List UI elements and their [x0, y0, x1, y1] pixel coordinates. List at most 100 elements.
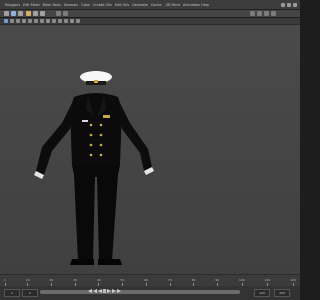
menu-item[interactable]: Edit UVs — [115, 3, 129, 7]
button — [89, 133, 93, 137]
render-settings-icon[interactable] — [264, 11, 269, 16]
tick-label: 120 — [290, 278, 296, 282]
menu-item[interactable]: Normals — [64, 3, 78, 7]
menu-item[interactable]: Mesh Tools — [43, 3, 61, 7]
menu-item[interactable]: -3D Paint — [164, 3, 179, 7]
step-back-icon[interactable] — [93, 289, 97, 293]
timeline-tick: 50 — [120, 278, 125, 286]
play-backward-icon[interactable] — [98, 289, 102, 293]
tick-label: 90 — [215, 278, 220, 282]
move-tool-button[interactable] — [26, 11, 31, 16]
play-forward-icon[interactable] — [107, 289, 111, 293]
window-controls — [281, 0, 297, 9]
panel-layout-icon[interactable] — [70, 19, 74, 23]
render-icon[interactable] — [250, 11, 255, 16]
3d-viewport[interactable] — [0, 25, 300, 274]
button — [89, 143, 93, 147]
start-frame-field[interactable]: 1 — [4, 289, 20, 297]
tick-label: 50 — [120, 278, 125, 282]
timeline-tick: 80 — [191, 278, 196, 286]
grid-toggle-icon[interactable] — [22, 19, 26, 23]
end-frame-field[interactable]: 200 — [274, 289, 290, 297]
tick-label: 100 — [238, 278, 245, 282]
rotate-tool-button[interactable] — [33, 11, 38, 16]
inner-end-frame-field[interactable]: 120 — [254, 289, 270, 297]
menu-item[interactable]: Color — [81, 3, 90, 7]
tick-label: 80 — [191, 278, 196, 282]
close-icon[interactable] — [293, 2, 297, 7]
xray-icon[interactable] — [46, 19, 50, 23]
ipr-render-icon[interactable] — [257, 11, 262, 16]
cap-badge — [94, 80, 98, 83]
view-shading-icon[interactable] — [10, 19, 14, 23]
menu-item[interactable]: Animation Help — [183, 3, 209, 7]
scale-tool-button[interactable] — [40, 11, 45, 16]
go-to-end-icon[interactable] — [117, 289, 121, 293]
timeline-tick: 110 — [264, 278, 271, 286]
texture-icon[interactable] — [40, 19, 44, 23]
hud-icon[interactable] — [76, 19, 80, 23]
timeline-tick: 120 — [290, 278, 296, 286]
select-tool-button[interactable] — [4, 11, 9, 16]
timeline-tick: 70 — [168, 278, 172, 286]
hypershade-icon[interactable] — [271, 11, 276, 16]
view-lighting-icon[interactable] — [16, 19, 20, 23]
smooth-shade-icon[interactable] — [34, 19, 38, 23]
button — [99, 123, 103, 127]
button — [99, 153, 103, 157]
left-sleeve — [36, 99, 74, 175]
right-shoe — [98, 259, 122, 265]
resolution-gate-icon[interactable] — [58, 19, 62, 23]
snap-grid-icon[interactable] — [56, 11, 61, 16]
layout-icon[interactable] — [281, 2, 285, 7]
tick-label: 70 — [167, 278, 172, 282]
button — [89, 153, 93, 157]
range-fill[interactable] — [40, 290, 240, 294]
playback-controls — [88, 289, 121, 293]
timeline-tick: 30 — [73, 278, 77, 286]
step-forward-icon[interactable] — [112, 289, 116, 293]
menu-list: Polygons Edit Mesh Mesh Tools Normals Co… — [0, 0, 209, 9]
tick-label: 30 — [73, 278, 77, 282]
timeline-tick: 100 — [239, 278, 245, 286]
menu-item[interactable]: Edit Mesh — [23, 3, 40, 7]
left-shoe — [70, 259, 94, 265]
tick-label: 110 — [264, 278, 271, 282]
timeline-tick: 60 — [144, 278, 148, 286]
tick-label: 20 — [49, 278, 54, 282]
tick-label: 40 — [96, 278, 101, 282]
uniform-model — [34, 71, 154, 265]
paint-select-tool-button[interactable] — [18, 11, 23, 16]
tick-label: 1 — [4, 278, 6, 282]
timeline-tick: 1 — [4, 278, 6, 286]
menu-item[interactable]: Cache — [151, 3, 162, 7]
settings-icon[interactable] — [287, 2, 291, 7]
timeline-tick: 40 — [97, 278, 101, 286]
go-to-start-icon[interactable] — [88, 289, 92, 293]
isolate-icon[interactable] — [52, 19, 56, 23]
timeline-tick: 10 — [26, 278, 30, 286]
menu-bar: Polygons Edit Mesh Mesh Tools Normals Co… — [0, 0, 300, 10]
status-toolbar — [0, 10, 300, 17]
snap-curve-icon[interactable] — [63, 11, 68, 16]
camera-attributes-icon[interactable] — [64, 19, 68, 23]
panel-toolbar — [0, 18, 300, 25]
time-slider[interactable]: 1 10 20 30 40 50 60 70 80 90 100 110 120 — [0, 274, 300, 286]
range-slider-bar: 1 1 120 200 — [0, 286, 300, 300]
jacket-body — [70, 93, 122, 168]
trousers — [72, 165, 120, 261]
timeline-ticks: 1 10 20 30 40 50 60 70 80 90 100 110 120 — [4, 275, 296, 286]
wireframe-icon[interactable] — [28, 19, 32, 23]
timeline-tick: 90 — [215, 278, 219, 286]
button — [89, 123, 93, 127]
ribbon-bar — [103, 115, 110, 118]
button — [99, 143, 103, 147]
stop-icon[interactable] — [103, 289, 106, 293]
menu-item[interactable]: Generate — [132, 3, 148, 7]
playback-range-slider[interactable] — [40, 290, 240, 294]
inner-start-frame-field[interactable]: 1 — [22, 289, 38, 297]
menu-item[interactable]: Polygons — [5, 3, 20, 7]
menu-item[interactable]: Create UVs — [93, 3, 112, 7]
lasso-tool-button[interactable] — [11, 11, 16, 16]
view-camera-icon[interactable] — [4, 19, 8, 23]
